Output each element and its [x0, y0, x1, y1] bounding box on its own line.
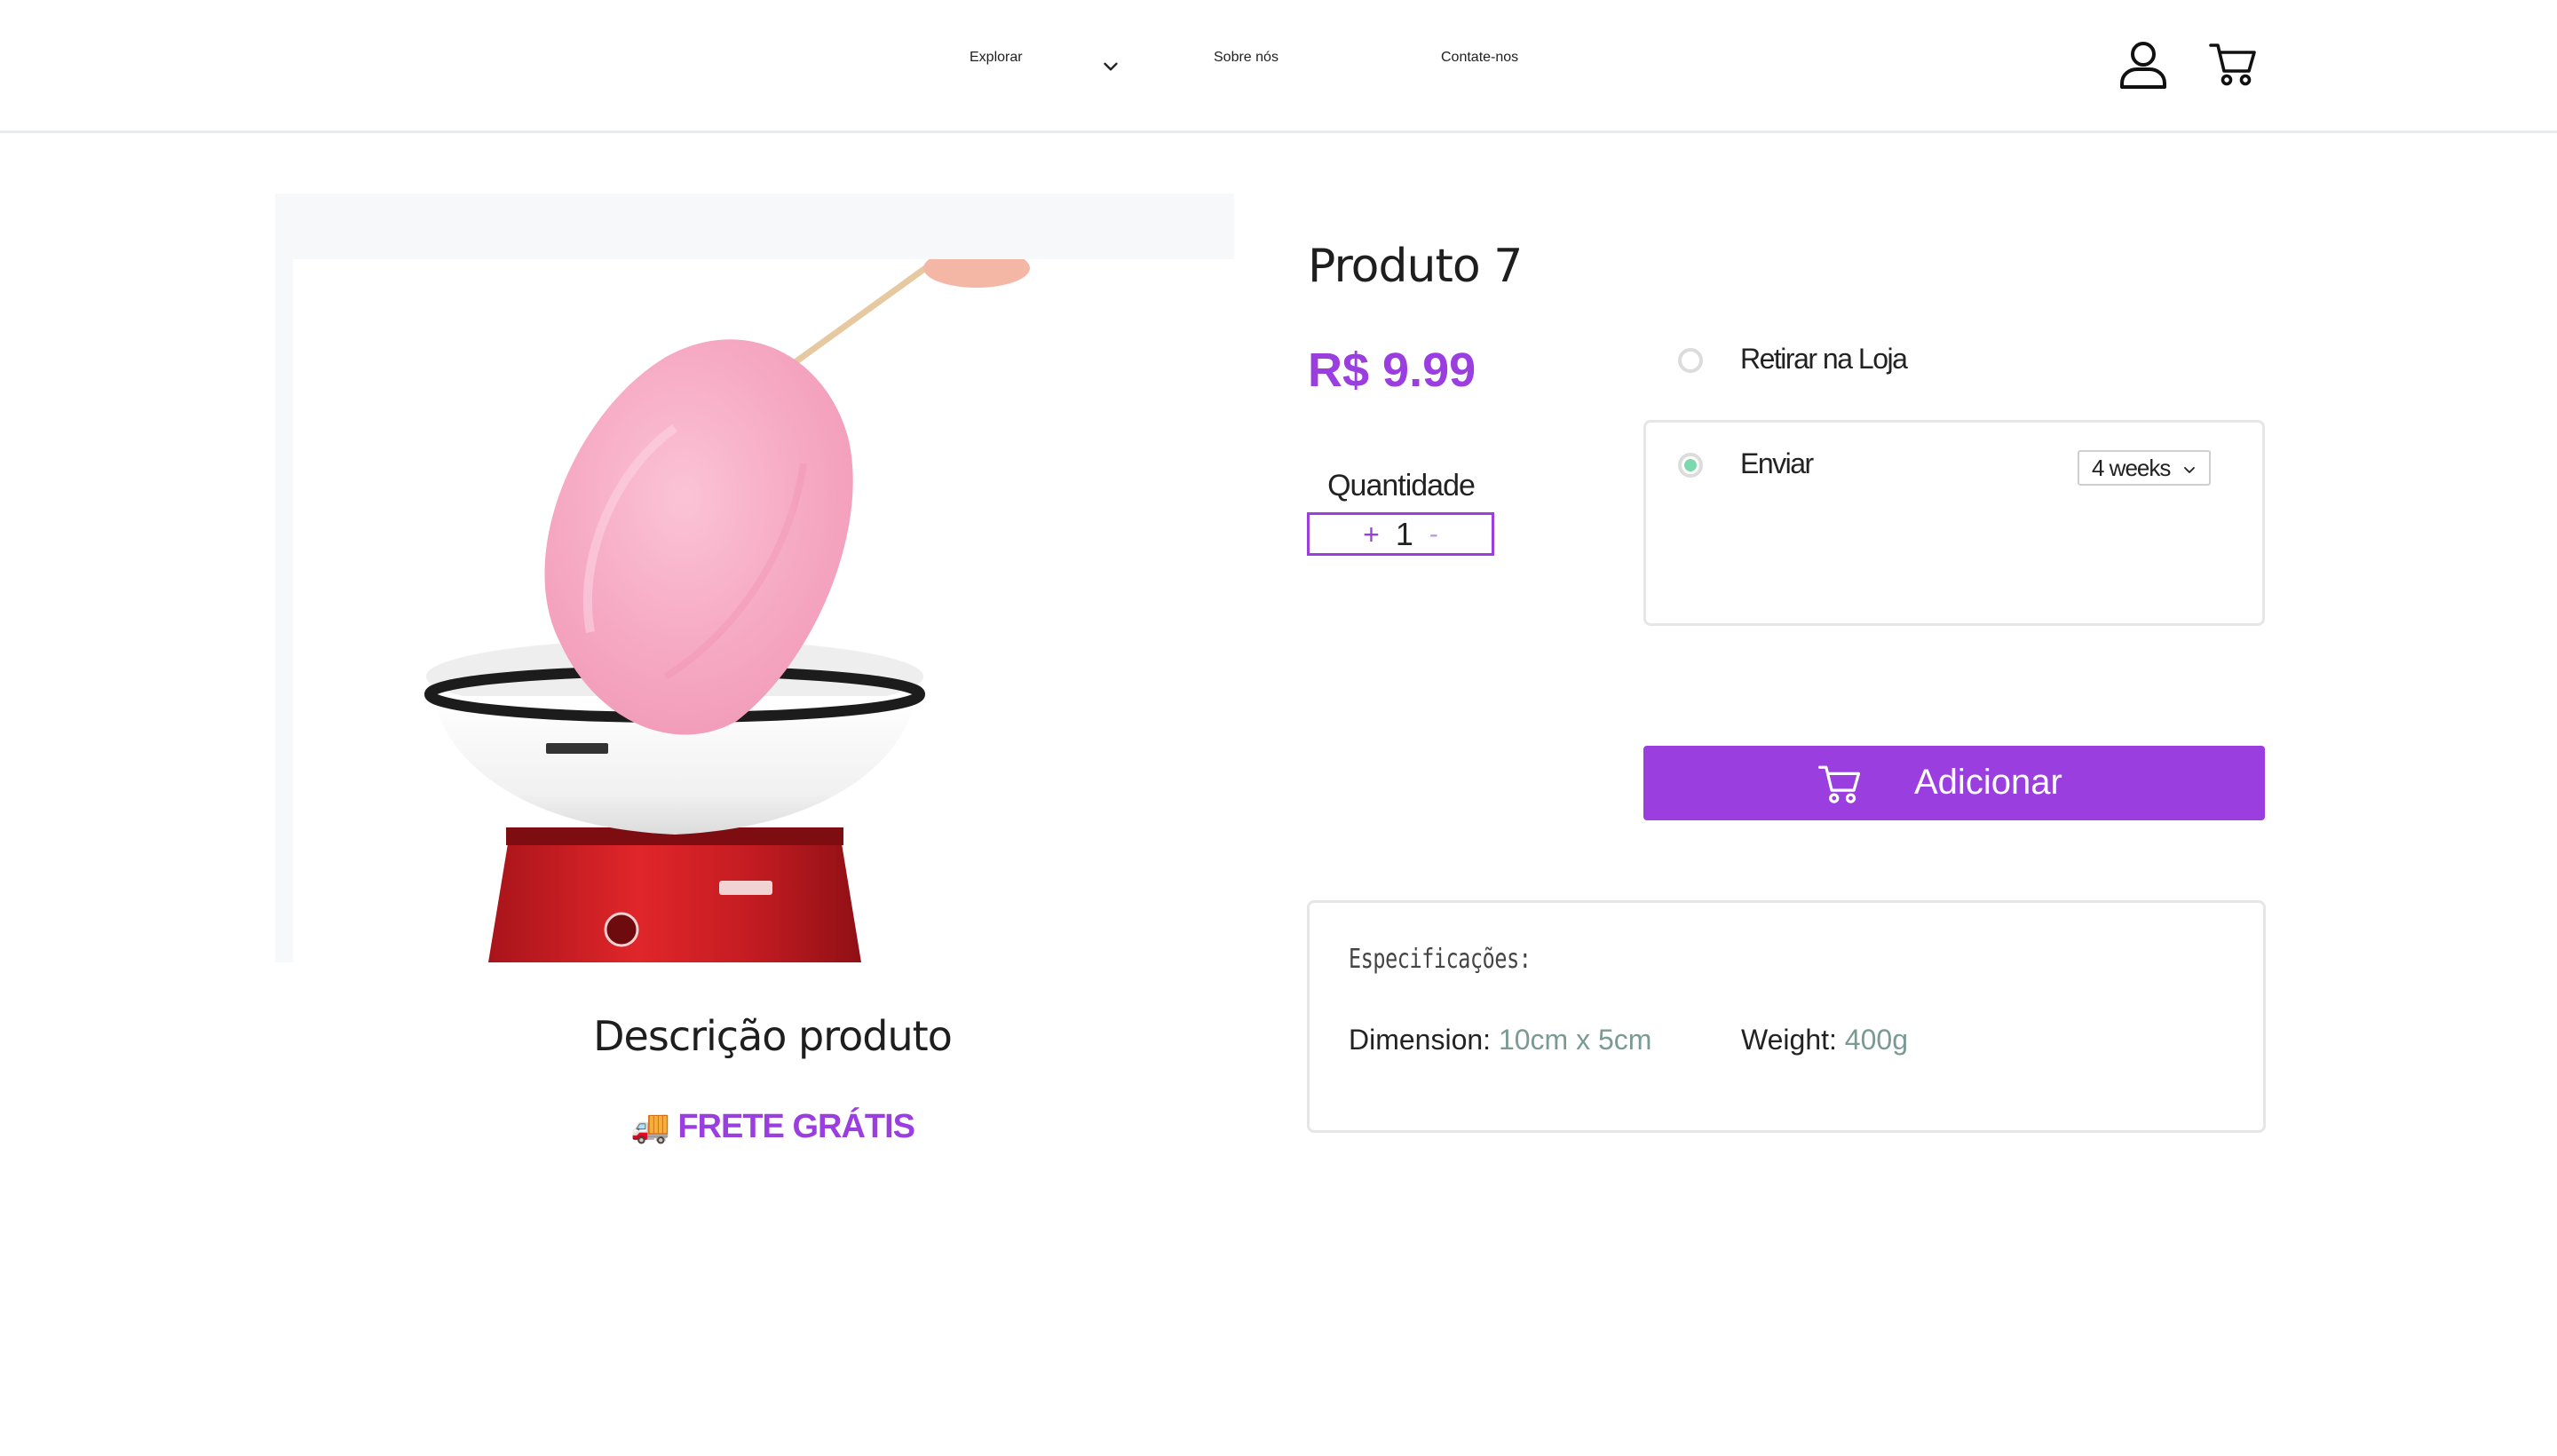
frequency-selected-value: 4 weeks [2092, 454, 2171, 481]
truck-icon: 🚚 [629, 1108, 670, 1144]
ship-label[interactable]: Enviar [1740, 447, 1814, 480]
quantity-label: Quantidade [1327, 469, 1476, 502]
user-icon[interactable] [2118, 39, 2169, 91]
pickup-label[interactable]: Retirar na Loja [1740, 343, 1908, 376]
frequency-select[interactable]: 4 weeks [2078, 450, 2211, 486]
cart-icon [1818, 765, 1861, 803]
add-to-cart-button[interactable]: Adicionar [1643, 746, 2265, 820]
description-title: Descrição produto [593, 1012, 953, 1060]
nav-sobre-nos[interactable]: Sobre nós [1214, 50, 1278, 66]
free-shipping-label: FRETE GRÁTIS [677, 1108, 915, 1145]
quantity-stepper: + 1 - [1307, 512, 1494, 556]
dimension-value: 10cm x 5cm [1498, 1024, 1652, 1056]
weight-label: Weight: [1741, 1024, 1837, 1056]
dimension-label: Dimension: [1349, 1024, 1492, 1056]
dimension-spec: Dimension: 10cm x 5cm [1349, 1024, 1651, 1056]
product-price: R$ 9.99 [1308, 344, 1476, 397]
free-shipping: 🚚 FRETE GRÁTIS [275, 1108, 1270, 1146]
nav-explorar[interactable]: Explorar [970, 50, 1023, 66]
specifications-box: Especificações: Dimension: 10cm x 5cm We… [1307, 900, 2266, 1133]
chevron-down-icon [2184, 467, 2195, 473]
cart-icon[interactable] [2208, 39, 2258, 89]
nav-contate-nos[interactable]: Contate-nos [1441, 50, 1518, 66]
product-image-panel [275, 194, 1234, 962]
site-header: Explorar Sobre nós Contate-nos [0, 0, 2557, 133]
quantity-decrease-button[interactable]: - [1429, 520, 1438, 548]
product-title: Produto 7 [1308, 240, 1523, 293]
quantity-value: 1 [1395, 515, 1413, 552]
pickup-radio[interactable] [1678, 348, 1703, 373]
chevron-down-icon[interactable] [1099, 55, 1122, 78]
add-to-cart-label: Adicionar [1914, 763, 2062, 802]
ship-radio[interactable] [1678, 453, 1703, 478]
weight-value: 400g [1844, 1024, 1908, 1056]
product-image [293, 259, 1234, 962]
weight-spec: Weight: 400g [1741, 1024, 1908, 1056]
specifications-title: Especificações: [1349, 944, 1532, 975]
cotton-candy-machine-illustration [424, 259, 1030, 962]
quantity-increase-button[interactable]: + [1363, 520, 1380, 549]
